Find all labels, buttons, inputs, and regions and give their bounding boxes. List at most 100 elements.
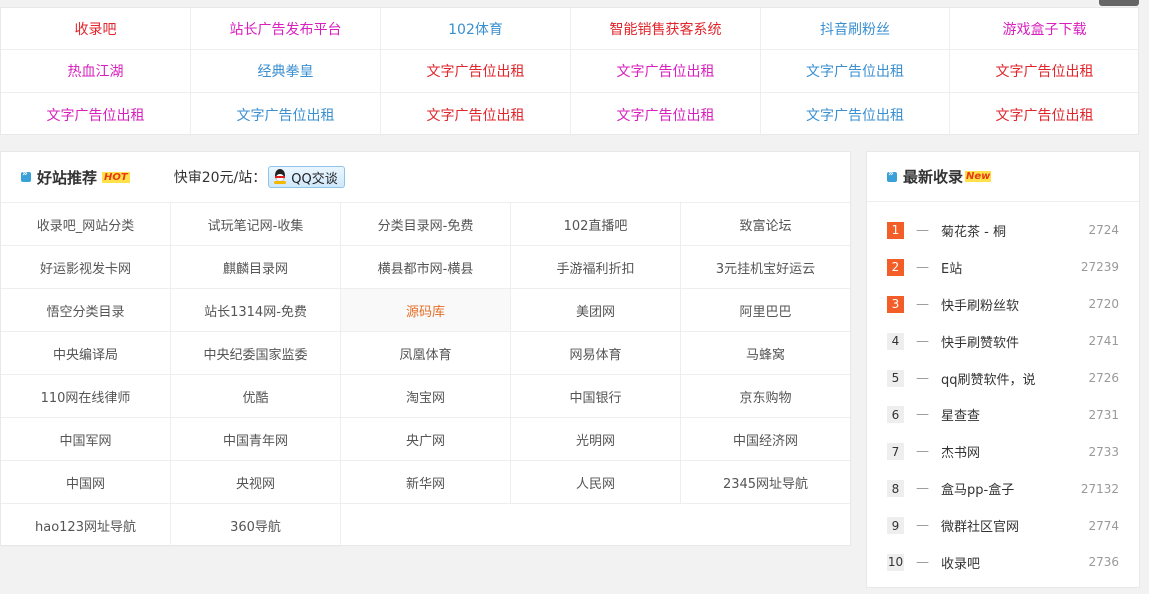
site-link[interactable]: 马蜂窝 (681, 332, 850, 375)
ad-link[interactable]: 收录吧 (1, 8, 191, 50)
site-link[interactable]: hao123网址导航 (1, 504, 171, 547)
latest-site-link[interactable]: 杰书网 (941, 442, 1088, 461)
latest-site-link[interactable]: 星查查 (941, 405, 1088, 424)
ad-link[interactable]: 文字广告位出租 (381, 93, 571, 136)
site-link[interactable]: 中国网 (1, 461, 171, 504)
site-link[interactable]: 360导航 (171, 504, 341, 547)
ad-link[interactable]: 文字广告位出租 (571, 93, 761, 136)
latest-site-link[interactable]: 盒马pp-盒子 (941, 479, 1081, 498)
double-arrow-icon (21, 169, 31, 182)
view-count: 2726 (1088, 371, 1119, 385)
list-item[interactable]: 2 — E站 27239 (887, 249, 1119, 286)
rank-badge: 2 (887, 258, 904, 276)
list-item[interactable]: 5 — qq刷赞软件，说 2726 (887, 360, 1119, 397)
list-item[interactable]: 8 — 盒马pp-盒子 27132 (887, 470, 1119, 507)
latest-site-link[interactable]: 收录吧 (941, 553, 1088, 572)
site-link[interactable]: 网易体育 (511, 332, 681, 375)
new-badge: New (965, 171, 992, 182)
site-link[interactable]: 110网在线律师 (1, 375, 171, 418)
site-link[interactable]: 横县都市网-横县 (341, 246, 511, 289)
list-item[interactable]: 6 — 星查查 2731 (887, 396, 1119, 433)
ad-link[interactable]: 文字广告位出租 (1, 93, 191, 136)
site-link[interactable]: 麒麟目录网 (171, 246, 341, 289)
site-link[interactable]: 2345网址导航 (681, 461, 850, 504)
latest-site-link[interactable]: 快手刷粉丝软 (941, 295, 1088, 314)
ad-link[interactable]: 抖音刷粉丝 (761, 8, 950, 50)
site-link[interactable]: 好运影视发卡网 (1, 246, 171, 289)
list-item[interactable]: 9 — 微群社区官网 2774 (887, 507, 1119, 544)
site-link[interactable]: 致富论坛 (681, 203, 850, 246)
dash-separator: — (916, 444, 929, 460)
site-link[interactable]: 悟空分类目录 (1, 289, 171, 332)
view-count: 27132 (1080, 481, 1119, 496)
site-link[interactable]: 中央编译局 (1, 332, 171, 375)
latest-site-link[interactable]: qq刷赞软件，说 (941, 369, 1088, 388)
rank-badge: 7 (887, 443, 904, 461)
dash-separator: — (916, 407, 929, 423)
latest-site-link[interactable]: E站 (941, 258, 1081, 277)
site-link[interactable]: 中国银行 (511, 375, 681, 418)
site-link[interactable]: 淘宝网 (341, 375, 511, 418)
ad-link[interactable]: 智能销售获客系统 (571, 8, 761, 50)
site-link[interactable]: 中央纪委国家监委 (171, 332, 341, 375)
ad-link[interactable]: 文字广告位出租 (761, 50, 950, 93)
site-link[interactable]: 美团网 (511, 289, 681, 332)
latest-site-link[interactable]: 快手刷赞软件 (941, 332, 1088, 351)
latest-site-link[interactable]: 菊花茶 - 桐 (941, 221, 1088, 240)
ad-link[interactable]: 文字广告位出租 (191, 93, 381, 136)
ad-link[interactable]: 文字广告位出租 (950, 93, 1139, 136)
ad-link[interactable]: 热血江湖 (1, 50, 191, 93)
list-item[interactable]: 3 — 快手刷粉丝软 2720 (887, 286, 1119, 323)
list-item[interactable]: 1 — 菊花茶 - 桐 2724 (887, 212, 1119, 249)
latest-site-link[interactable]: 微群社区官网 (941, 516, 1088, 535)
qq-chat-button[interactable]: QQ交谈 (268, 166, 345, 188)
site-link[interactable]: 人民网 (511, 461, 681, 504)
rank-badge: 5 (887, 369, 904, 387)
list-item[interactable]: 7 — 杰书网 2733 (887, 433, 1119, 470)
ad-link[interactable]: 文字广告位出租 (950, 50, 1139, 93)
ad-link[interactable]: 经典拳皇 (191, 50, 381, 93)
rank-badge: 10 (887, 553, 904, 571)
site-link[interactable]: 央广网 (341, 418, 511, 461)
site-link[interactable]: 试玩笔记网-收集 (171, 203, 341, 246)
view-count: 2733 (1088, 444, 1119, 459)
list-item[interactable]: 10 — 收录吧 2736 (887, 544, 1119, 581)
ad-link[interactable]: 站长广告发布平台 (191, 8, 381, 50)
site-link[interactable]: 102直播吧 (511, 203, 681, 246)
text-ad-section: 收录吧 站长广告发布平台 102体育 智能销售获客系统 抖音刷粉丝 游戏盒子下载热血江湖经… (0, 7, 1139, 136)
site-link[interactable]: 源码库 (341, 289, 511, 332)
site-link[interactable]: 中国军网 (1, 418, 171, 461)
site-link[interactable]: 新华网 (341, 461, 511, 504)
site-link[interactable]: 央视网 (171, 461, 341, 504)
list-item[interactable]: 4 — 快手刷赞软件 2741 (887, 323, 1119, 360)
site-link[interactable]: 站长1314网-免费 (171, 289, 341, 332)
double-arrow-icon (887, 169, 897, 182)
recommend-title: 好站推荐 (37, 168, 98, 187)
site-link[interactable]: 3元挂机宝好运云 (681, 246, 850, 289)
site-link[interactable]: 中国经济网 (681, 418, 850, 461)
site-link[interactable]: 光明网 (511, 418, 681, 461)
site-link[interactable]: 收录吧_网站分类 (1, 203, 171, 246)
site-link[interactable]: 凤凰体育 (341, 332, 511, 375)
site-link[interactable]: 手游福利折扣 (511, 246, 681, 289)
ad-link[interactable]: 游戏盒子下载 (950, 8, 1139, 50)
latest-list: 1 — 菊花茶 - 桐 2724 2 — E站 27239 3 — 快手刷粉丝软 2720 4 — 快手刷赞… (867, 202, 1139, 581)
view-count: 2736 (1088, 555, 1119, 570)
ad-link[interactable]: 文字广告位出租 (571, 50, 761, 93)
site-link[interactable]: 阿里巴巴 (681, 289, 850, 332)
site-link[interactable]: 京东购物 (681, 375, 850, 418)
latest-header: 最新收录 New (867, 152, 1139, 202)
dash-separator: — (916, 259, 929, 275)
dash-separator: — (916, 554, 929, 570)
view-count: 2731 (1088, 407, 1119, 422)
qq-penguin-icon (273, 169, 287, 185)
site-link[interactable]: 中国青年网 (171, 418, 341, 461)
dash-separator: — (916, 370, 929, 386)
ad-link[interactable]: 文字广告位出租 (761, 93, 950, 136)
ad-link[interactable]: 102体育 (381, 8, 571, 50)
site-link[interactable]: 分类目录网-免费 (341, 203, 511, 246)
rank-badge: 1 (887, 221, 904, 239)
more-tab[interactable] (1099, 0, 1139, 6)
site-link[interactable]: 优酷 (171, 375, 341, 418)
ad-link[interactable]: 文字广告位出租 (381, 50, 571, 93)
